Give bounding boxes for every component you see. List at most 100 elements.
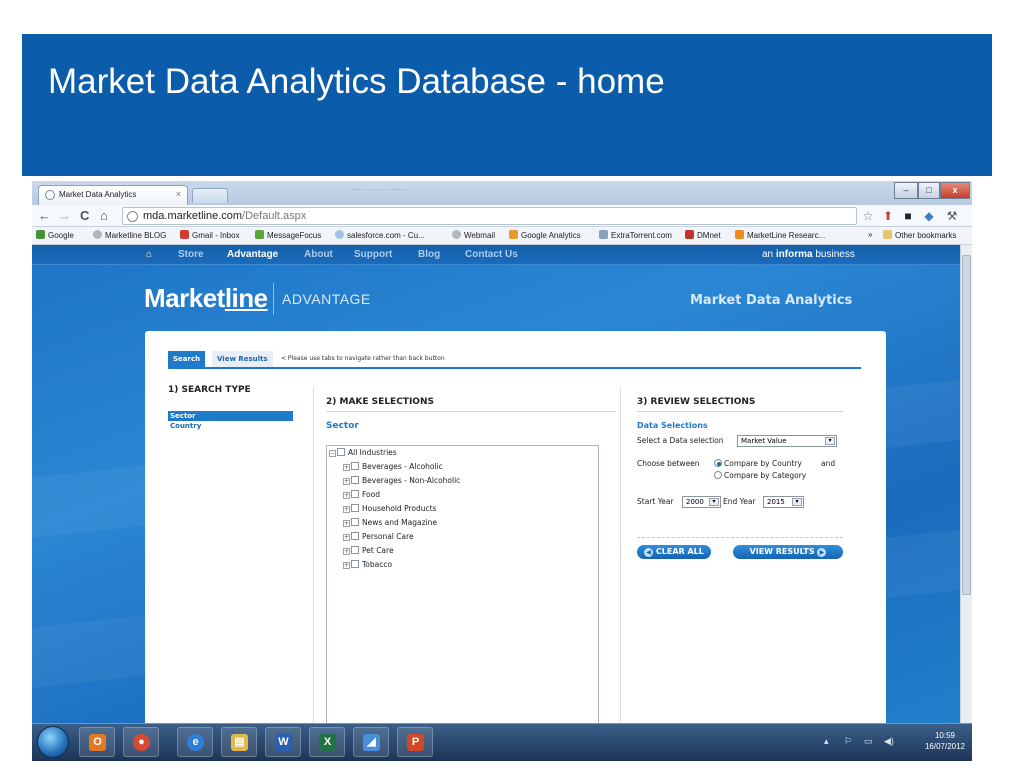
- maximize-button[interactable]: □: [918, 182, 940, 199]
- page-scrollbar[interactable]: [960, 245, 972, 723]
- checkbox[interactable]: [337, 448, 345, 456]
- nav-blog[interactable]: Blog: [418, 249, 440, 260]
- volume-icon[interactable]: ◀): [884, 736, 894, 747]
- browser-tab[interactable]: Market Data Analytics ×: [38, 185, 188, 205]
- nav-advantage[interactable]: Advantage: [227, 249, 278, 260]
- bookmark-webmail[interactable]: Webmail: [452, 230, 495, 240]
- bookmark-messagefocus[interactable]: MessageFocus: [255, 230, 321, 240]
- expand-icon[interactable]: +: [343, 520, 350, 527]
- google-icon: [36, 230, 45, 239]
- internet-explorer-icon[interactable]: e: [177, 727, 213, 757]
- minimize-button[interactable]: –: [894, 182, 918, 199]
- search-type-sector[interactable]: Sector: [168, 411, 293, 421]
- scrollbar-thumb[interactable]: [962, 255, 971, 595]
- word-icon[interactable]: W: [265, 727, 301, 757]
- expand-icon[interactable]: +: [343, 562, 350, 569]
- checkbox[interactable]: [351, 490, 359, 498]
- back-arrow-icon[interactable]: ←: [38, 208, 51, 224]
- expand-icon[interactable]: +: [343, 464, 350, 471]
- bookmark-google[interactable]: Google: [36, 230, 74, 240]
- star-icon[interactable]: ☆: [861, 209, 875, 223]
- radio-compare-by-category[interactable]: Compare by Category: [714, 471, 806, 480]
- bookmarks-overflow-chevron[interactable]: »: [868, 230, 872, 239]
- collapse-icon[interactable]: −: [329, 450, 336, 457]
- radio-selected-icon[interactable]: [714, 459, 722, 467]
- view-results-button[interactable]: VIEW RESULTS ▶: [733, 545, 843, 559]
- checkbox[interactable]: [351, 504, 359, 512]
- tree-item-all-industries[interactable]: − All Industries: [329, 448, 397, 457]
- nav-support[interactable]: Support: [354, 249, 392, 260]
- bookmark-dmnet[interactable]: DMnet: [685, 230, 721, 240]
- checkbox[interactable]: [351, 546, 359, 554]
- end-year-label: End Year: [723, 497, 756, 506]
- nav-about[interactable]: About: [304, 249, 333, 260]
- tree-item[interactable]: + Beverages - Alcoholic: [343, 462, 443, 471]
- end-year-dropdown[interactable]: 2015 ▾: [763, 496, 804, 508]
- cloud-icon: [335, 230, 344, 239]
- checkbox[interactable]: [351, 476, 359, 484]
- tree-item[interactable]: + Food: [343, 490, 380, 499]
- expand-icon[interactable]: +: [343, 492, 350, 499]
- forward-arrow-icon[interactable]: →: [58, 208, 71, 224]
- start-button-icon[interactable]: [37, 726, 69, 758]
- clock-date[interactable]: 16/07/2012: [920, 742, 970, 751]
- outlook-icon[interactable]: O: [79, 727, 115, 757]
- home-icon[interactable]: ⌂: [146, 249, 152, 260]
- other-bookmarks[interactable]: Other bookmarks: [883, 230, 956, 240]
- home-icon[interactable]: ⌂: [100, 208, 108, 224]
- network-icon[interactable]: ▭: [864, 736, 873, 747]
- windows-taskbar: O ● e ▤ W X ◢ P ▴ ⚐ ▭ ◀) 10:59 16/07/201…: [32, 723, 972, 761]
- extension-mail-icon[interactable]: ■: [901, 209, 915, 223]
- logo-divider: [273, 283, 274, 315]
- action-center-icon[interactable]: ⚐: [844, 736, 852, 747]
- bookmark-google-analytics[interactable]: Google Analytics: [509, 230, 581, 240]
- checkbox[interactable]: [351, 462, 359, 470]
- clear-all-button[interactable]: ◀ CLEAR ALL: [637, 545, 711, 559]
- url-input[interactable]: mda.marketline.com/Default.aspx: [122, 207, 857, 225]
- search-type-country[interactable]: Country: [168, 421, 293, 431]
- checkbox[interactable]: [351, 518, 359, 526]
- bookmark-gmail[interactable]: Gmail - Inbox: [180, 230, 240, 240]
- make-selections-title: 2) MAKE SELECTIONS: [326, 397, 434, 407]
- extension-pin-icon[interactable]: ⬆: [881, 209, 895, 223]
- marketline-logo[interactable]: Marketline: [144, 283, 268, 314]
- radio-compare-by-country[interactable]: Compare by Country: [714, 459, 802, 468]
- bookmark-salesforce[interactable]: salesforce.com - Cu...: [335, 230, 425, 240]
- expand-icon[interactable]: +: [343, 478, 350, 485]
- tree-item[interactable]: + News and Magazine: [343, 518, 437, 527]
- expand-icon[interactable]: +: [343, 506, 350, 513]
- close-window-button[interactable]: x: [940, 182, 970, 199]
- checkbox[interactable]: [351, 560, 359, 568]
- nav-store[interactable]: Store: [178, 249, 204, 260]
- nav-contact-us[interactable]: Contact Us: [465, 249, 518, 260]
- tree-item[interactable]: + Tobacco: [343, 560, 392, 569]
- extension-puzzle-icon[interactable]: ◆: [922, 209, 936, 223]
- chrome-icon[interactable]: ●: [123, 727, 159, 757]
- radio-unselected-icon[interactable]: [714, 471, 722, 479]
- wrench-icon[interactable]: ⚒: [945, 209, 959, 223]
- clock-time[interactable]: 10:59: [920, 731, 970, 740]
- tree-item[interactable]: + Beverages - Non-Alcoholic: [343, 476, 460, 485]
- tab-view-results[interactable]: View Results: [212, 351, 273, 367]
- close-tab-icon[interactable]: ×: [176, 189, 181, 199]
- excel-icon[interactable]: X: [309, 727, 345, 757]
- bookmark-marketline-research[interactable]: MarketLine Researc...: [735, 230, 825, 240]
- tree-item[interactable]: + Personal Care: [343, 532, 414, 541]
- bookmark-extratorrent[interactable]: ExtraTorrent.com: [599, 230, 672, 240]
- expand-icon[interactable]: +: [343, 534, 350, 541]
- powerpoint-icon[interactable]: P: [397, 727, 433, 757]
- bookmark-marketline-blog[interactable]: Marketline BLOG: [93, 230, 166, 240]
- tab-search[interactable]: Search: [168, 351, 206, 367]
- new-tab-button[interactable]: [192, 188, 228, 203]
- tree-item[interactable]: + Pet Care: [343, 546, 394, 555]
- review-selections-title: 3) REVIEW SELECTIONS: [637, 397, 756, 407]
- expand-icon[interactable]: +: [343, 548, 350, 555]
- tree-item[interactable]: + Household Products: [343, 504, 436, 513]
- start-year-dropdown[interactable]: 2000 ▾: [682, 496, 721, 508]
- communicator-icon[interactable]: ◢: [353, 727, 389, 757]
- data-selection-dropdown[interactable]: Market Value ▾: [737, 435, 837, 447]
- show-hidden-icons-icon[interactable]: ▴: [824, 736, 829, 747]
- file-explorer-icon[interactable]: ▤: [221, 727, 257, 757]
- checkbox[interactable]: [351, 532, 359, 540]
- reload-icon[interactable]: C: [80, 208, 89, 224]
